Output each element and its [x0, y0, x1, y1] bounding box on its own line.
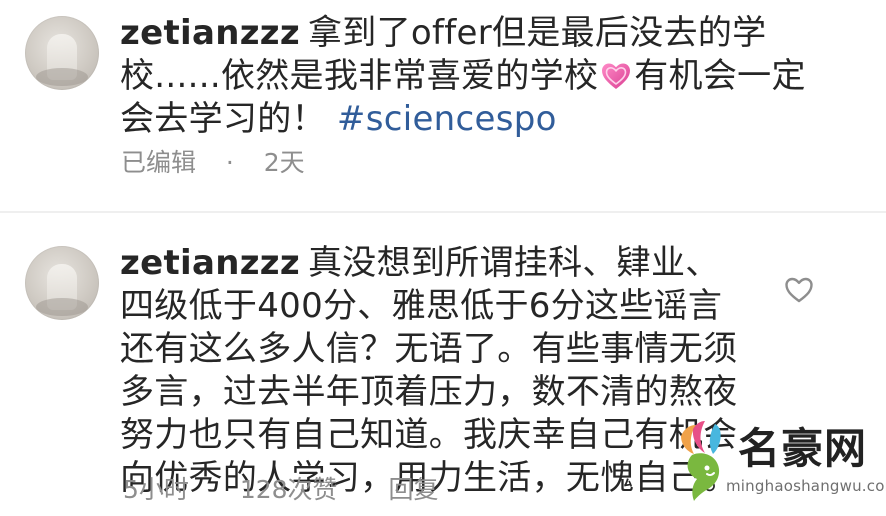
- avatar[interactable]: [25, 16, 99, 90]
- heart-outline-icon[interactable]: [784, 276, 814, 304]
- comment-divider: [0, 211, 886, 213]
- comment-text: zetianzzz 真没想到所谓挂科、肄业、四级低于400分、雅思低于6分这些谣言…: [120, 242, 740, 500]
- comment-meta: 5小时 128次赞 回复: [123, 475, 438, 505]
- avatar[interactable]: [25, 246, 99, 320]
- reply-button[interactable]: 回复: [388, 475, 438, 505]
- heart-emoji-icon: [602, 63, 631, 89]
- edited-label: 已编辑: [121, 148, 197, 177]
- hashtag-link[interactable]: #sciencespo: [337, 99, 557, 139]
- comment-time: 2天: [263, 148, 305, 177]
- comment-text: zetianzzz 拿到了offer但是最后没去的学校......依然是我非常喜爱…: [120, 12, 840, 141]
- like-count[interactable]: 128次赞: [240, 475, 338, 505]
- instagram-comments-screenshot: zetianzzz 拿到了offer但是最后没去的学校......依然是我非常喜爱…: [0, 0, 886, 516]
- comment-username[interactable]: zetianzzz: [120, 243, 300, 283]
- comment-meta: 已编辑 · 2天: [121, 148, 305, 178]
- watermark-title: 名豪网: [738, 424, 868, 473]
- avatar-shadow: [36, 68, 88, 86]
- comment-time: 5小时: [123, 475, 189, 504]
- meta-separator: ·: [225, 148, 234, 177]
- watermark-site: minghaoshangwu.com: [726, 477, 886, 495]
- site-watermark: 名豪网 minghaoshangwu.com: [674, 417, 886, 501]
- comment-username[interactable]: zetianzzz: [120, 13, 300, 53]
- avatar-shadow: [36, 298, 88, 316]
